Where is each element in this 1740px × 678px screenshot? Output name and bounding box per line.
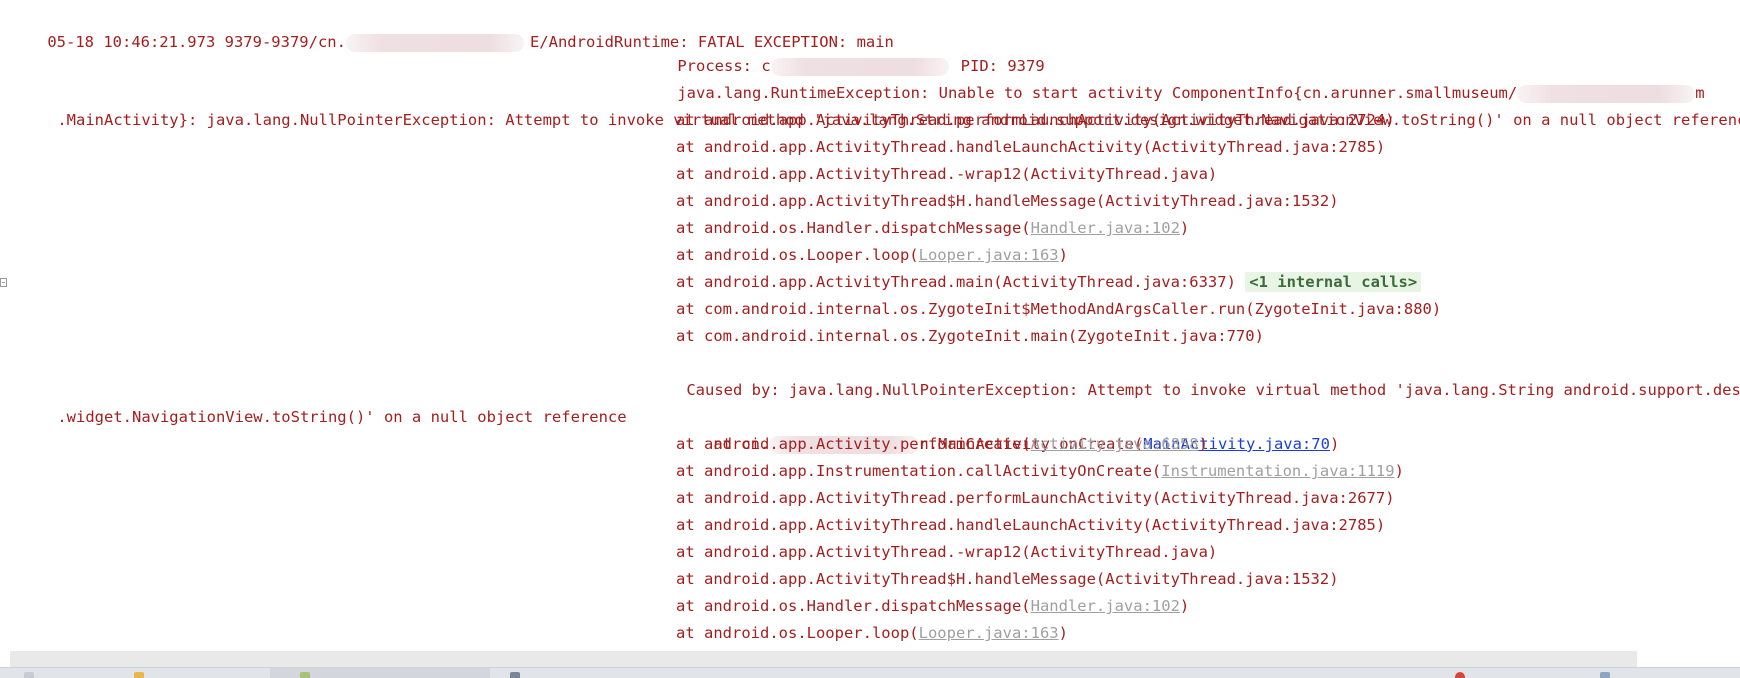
frame-text: at android.app.ActivityThread.-wrap12(Ac… xyxy=(676,543,1218,561)
frame-suffix: ) xyxy=(1394,462,1404,480)
caused-by-text: Caused by: java.lang.NullPointerExceptio… xyxy=(686,381,1740,399)
log-line-caused-by-wrap: .widget.NavigationView.toString()' on a … xyxy=(20,377,626,426)
frame-text: at android.app.ActivityThread.performLau… xyxy=(676,111,1395,129)
log-line-process: Process: c PID: 9379 xyxy=(640,26,1045,76)
log-line-caused-by: Caused by: java.lang.NullPointerExceptio… xyxy=(649,350,1740,399)
frame-suffix: ) xyxy=(1179,219,1190,237)
frame-text: at android.app.ActivityThread$H.handleMe… xyxy=(676,570,1339,588)
frame-suffix: ) xyxy=(1198,435,1208,453)
frame-text: at android.app.ActivityThread.performLau… xyxy=(676,489,1395,507)
source-link[interactable]: Activity.java:6858 xyxy=(1031,435,1199,453)
stack-frame: at android.os.Handler.dispatchMessage(Ha… xyxy=(676,593,1189,620)
log-line-runtime-exception: java.lang.RuntimeException: Unable to st… xyxy=(640,53,1705,103)
browser-icon[interactable] xyxy=(1455,672,1465,678)
frame-suffix: ) xyxy=(1179,597,1190,615)
frame-text: at android.os.Looper.loop( xyxy=(676,246,919,264)
fold-toggle-icon[interactable] xyxy=(0,278,7,287)
frame-text: at android.os.Handler.dispatchMessage( xyxy=(676,219,1031,237)
frame-text: at android.app.ActivityThread.handleLaun… xyxy=(676,516,1386,534)
taskbar xyxy=(0,667,1740,678)
stack-frame: at android.app.ActivityThread.performLau… xyxy=(676,107,1395,134)
stack-frame: at com.android.internal.os.ZygoteInit.ma… xyxy=(676,323,1264,350)
frame-suffix: ) xyxy=(1058,624,1068,642)
horizontal-scrollbar[interactable] xyxy=(10,651,1637,667)
frame-suffix: ) xyxy=(1329,435,1340,453)
stack-frame: at android.app.ActivityThread.-wrap12(Ac… xyxy=(676,161,1217,188)
stack-frame: at android.app.Instrumentation.callActiv… xyxy=(676,458,1404,485)
frame-text: at android.app.ActivityThread.-wrap12(Ac… xyxy=(676,165,1218,183)
stack-frame: at android.app.ActivityThread$H.handleMe… xyxy=(676,188,1339,215)
stack-frame: at android.os.Looper.loop(Looper.java:16… xyxy=(676,620,1068,647)
app-icon[interactable] xyxy=(300,672,310,678)
frame-text: at android.app.Instrumentation.callActiv… xyxy=(676,462,1162,480)
stack-frame: at android.app.Activity.performCreate(Ac… xyxy=(676,431,1208,458)
frame-text: at android.os.Handler.dispatchMessage( xyxy=(676,597,1031,615)
frame-text: at com.android.internal.os.ZygoteInit$Me… xyxy=(676,300,1442,318)
stack-frame: at android.app.ActivityThread$H.handleMe… xyxy=(676,566,1339,593)
stack-frame: at android.app.ActivityThread.-wrap12(Ac… xyxy=(676,539,1217,566)
frame-text: at android.app.ActivityThread$H.handleMe… xyxy=(676,192,1339,210)
tray-icon[interactable] xyxy=(1600,672,1610,678)
source-link[interactable]: Handler.java:102 xyxy=(1031,597,1180,615)
frame-text: at android.app.ActivityThread.handleLaun… xyxy=(676,138,1386,156)
log-timestamp: 05-18 10:46:21.973 9379-9379/cn. xyxy=(47,33,346,51)
log-line-npe-wrap: .MainActivity}: java.lang.NullPointerExc… xyxy=(20,80,1740,129)
frame-text: at android.os.Looper.loop( xyxy=(676,624,919,642)
source-link[interactable]: Handler.java:102 xyxy=(1031,219,1180,237)
start-icon[interactable] xyxy=(24,672,34,678)
stack-frame: at android.os.Handler.dispatchMessage(Ha… xyxy=(676,215,1189,242)
frame-text: at com.android.internal.os.ZygoteInit.ma… xyxy=(676,327,1264,345)
frame-suffix: ) xyxy=(1058,246,1068,264)
stack-frame: at android.os.Looper.loop(Looper.java:16… xyxy=(676,242,1068,269)
source-link[interactable]: Instrumentation.java:1119 xyxy=(1161,462,1394,480)
logcat-output[interactable]: 05-18 10:46:21.973 9379-9379/cn. E/Androi… xyxy=(0,0,1740,678)
source-link[interactable]: Looper.java:163 xyxy=(919,246,1059,264)
internal-calls-toggle[interactable]: <1 internal calls> xyxy=(1245,272,1422,292)
folder-icon[interactable] xyxy=(134,672,144,678)
frame-text: at android.app.Activity.performCreate( xyxy=(676,435,1031,453)
terminal-icon[interactable] xyxy=(510,672,520,678)
source-link[interactable]: Looper.java:163 xyxy=(919,624,1059,642)
stack-frame: at android.app.ActivityThread.handleLaun… xyxy=(676,512,1385,539)
redacted-package xyxy=(345,33,524,52)
log-line-fatal: 05-18 10:46:21.973 9379-9379/cn. E/Androi… xyxy=(10,2,894,52)
stack-frame: at android.app.ActivityThread.handleLaun… xyxy=(676,134,1385,161)
stack-frame: at android.app.ActivityThread.main(Activ… xyxy=(676,269,1422,296)
frame-text: at android.app.ActivityThread.main(Activ… xyxy=(676,273,1246,291)
caused-by-wrap-text: .widget.NavigationView.toString()' on a … xyxy=(57,408,627,426)
stack-frame: at com.android.internal.os.ZygoteInit$Me… xyxy=(676,296,1441,323)
stack-frame: at android.app.ActivityThread.performLau… xyxy=(676,485,1395,512)
stack-frame-mainactivity: at cn. n.MainActivity.onCreate(MainActivi… xyxy=(676,404,1339,454)
